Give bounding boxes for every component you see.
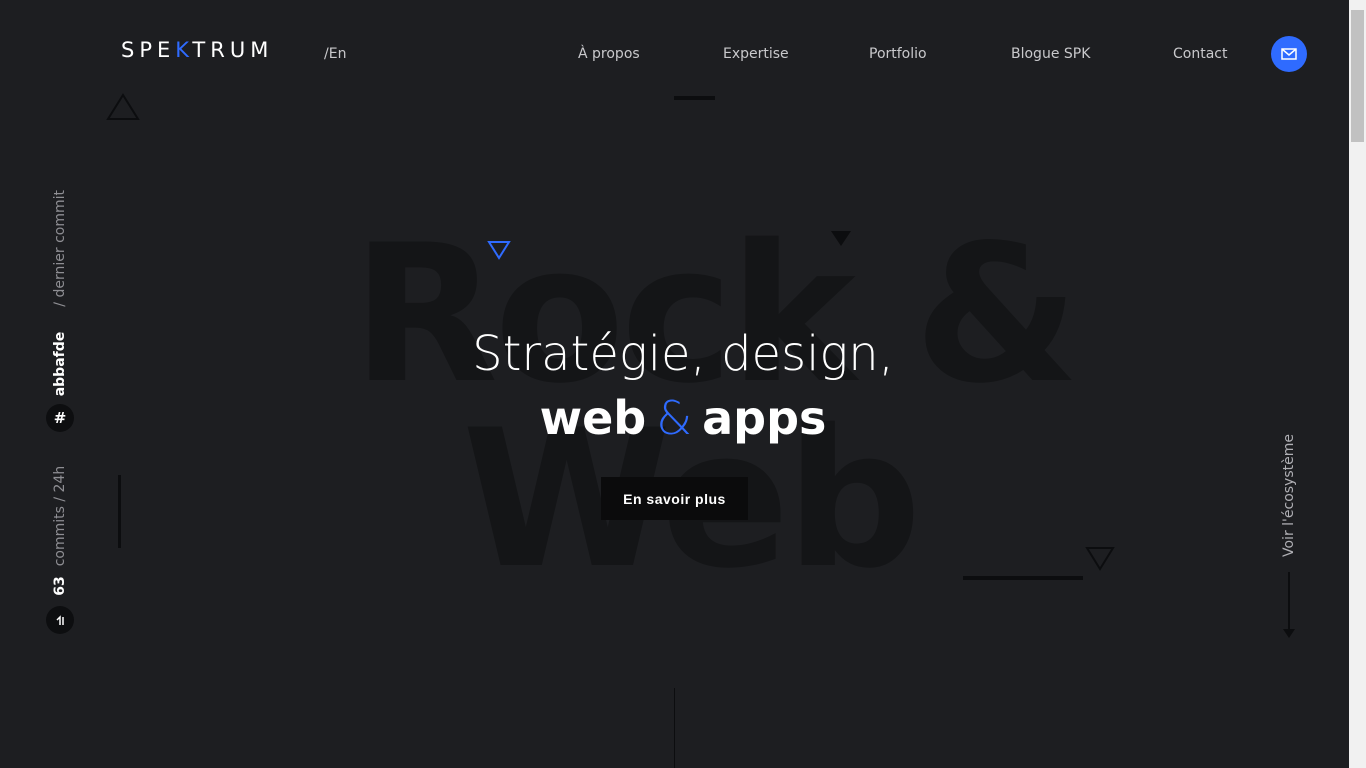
hash-icon: # <box>46 404 74 432</box>
commit-arrow-icon <box>56 615 64 625</box>
page: Rock & Web SPEKTRUM /En À propos Experti… <box>0 0 1366 768</box>
last-commit-caption: / dernier commit <box>52 190 68 307</box>
hero-word-apps: apps <box>702 391 827 445</box>
nav-item-blogue-spk[interactable]: Blogue SPK <box>1011 45 1090 63</box>
commit-icon <box>46 606 74 634</box>
triangle-blue-down <box>487 241 511 260</box>
dash-top <box>674 96 715 100</box>
contact-mail-button[interactable] <box>1271 36 1307 72</box>
logo-accent: K <box>175 38 193 62</box>
logo-prefix: SPE <box>121 38 176 62</box>
language-switch-link[interactable]: /En <box>324 45 346 63</box>
vertical-line-left <box>118 475 121 548</box>
commits-caption: commits / 24h <box>52 465 68 567</box>
vertical-line-bottom <box>674 688 675 768</box>
triangle-solid-down <box>831 231 851 246</box>
logo-suffix: TRUM <box>192 38 274 62</box>
ecosystem-link[interactable]: Voir l'écosystème <box>1280 434 1298 557</box>
learn-more-button[interactable]: En savoir plus <box>601 477 748 520</box>
nav-item-a-propos[interactable]: À propos <box>578 45 640 63</box>
triangle-outline-top-left <box>106 93 140 120</box>
triangle-outline-down-right <box>1085 547 1115 571</box>
envelope-icon <box>1281 48 1297 60</box>
page-scrollbar[interactable] <box>1349 0 1366 768</box>
hero-ampersand: & <box>656 391 693 445</box>
scrollbar-thumb[interactable] <box>1351 10 1364 142</box>
nav-item-portfolio[interactable]: Portfolio <box>869 45 927 63</box>
nav-item-contact[interactable]: Contact <box>1173 45 1227 63</box>
hero-title-line1: Stratégie, design, <box>472 326 894 382</box>
commits-count: 63 <box>52 576 68 596</box>
arrow-down-icon <box>1283 629 1295 638</box>
dash-bottom-right <box>963 576 1083 580</box>
hero-title-line2: web & apps <box>383 388 983 448</box>
last-commit-hash: abbafde <box>52 331 68 397</box>
spektrum-logo[interactable]: SPEKTRUM <box>121 38 273 62</box>
hero-word-web: web <box>539 391 647 445</box>
nav-item-expertise[interactable]: Expertise <box>723 45 789 63</box>
ecosystem-arrow-line <box>1288 572 1290 632</box>
